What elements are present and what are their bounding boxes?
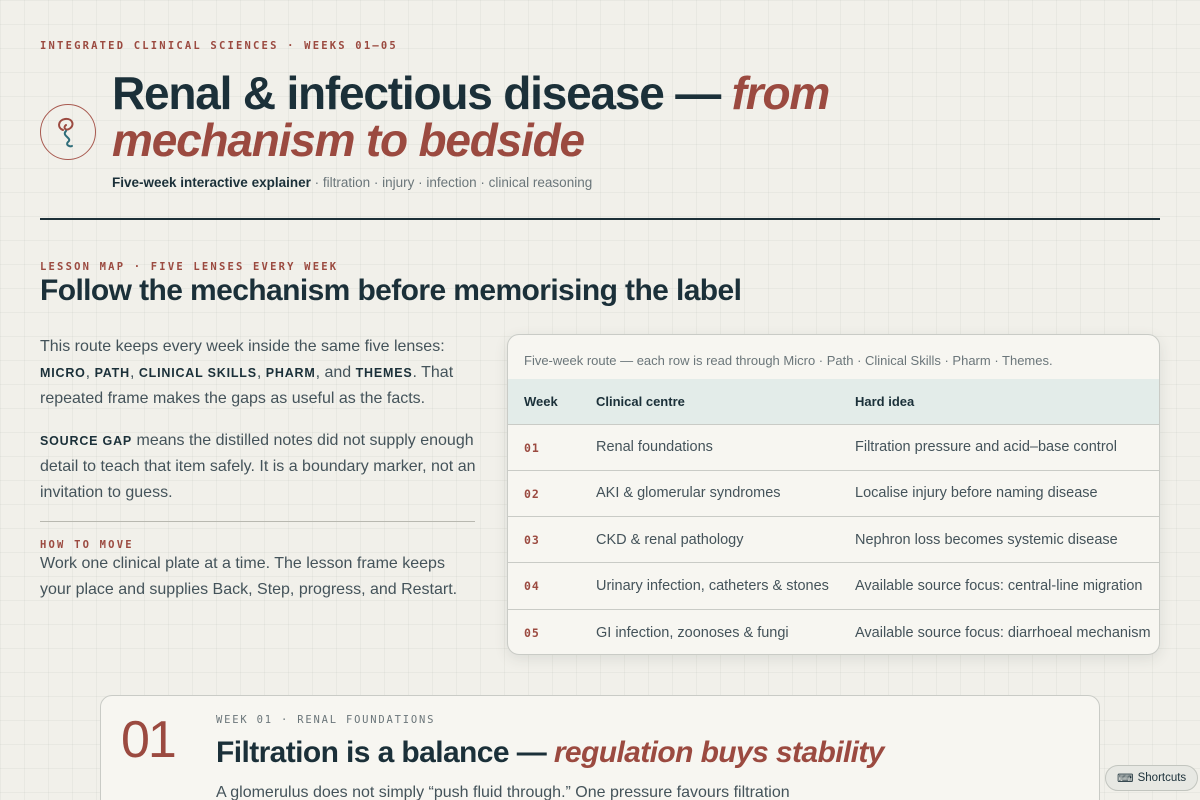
idea-cell: Nephron loss becomes systemic disease [855, 531, 1118, 548]
week-body-text: A glomerulus does not simply “push fluid… [216, 784, 790, 800]
table-row[interactable]: 02 AKI & glomerular syndromes Localise i… [508, 470, 1159, 516]
lens-sep: , and [315, 364, 356, 381]
week-title: Filtration is a balance — regulation buy… [216, 736, 884, 770]
week-cell: 02 [524, 486, 540, 501]
lesson-map-eyebrow: LESSON MAP · FIVE LENSES EVERY WEEK [40, 261, 339, 273]
week-cell: 03 [524, 533, 540, 548]
centre-cell: GI infection, zoonoses & fungi [596, 624, 789, 641]
howto-divider [40, 521, 475, 522]
page-subtitle: Five-week interactive explainer · filtra… [112, 175, 592, 190]
centre-cell: Urinary infection, catheters & stones [596, 578, 829, 595]
table-row[interactable]: 05 GI infection, zoonoses & fungi Availa… [508, 609, 1159, 654]
centre-cell: Renal foundations [596, 439, 713, 456]
table-row[interactable]: 01 Renal foundations Filtration pressure… [508, 424, 1159, 470]
week-01-card: 01 WEEK 01 · RENAL FOUNDATIONS Filtratio… [100, 695, 1100, 800]
lens-micro: MICRO [40, 366, 86, 380]
week-title-accent: regulation buys stability [553, 736, 885, 769]
column-header-idea: Hard idea [855, 393, 915, 409]
idea-cell: Available source focus: central-line mig… [855, 578, 1143, 595]
idea-cell: Localise injury before naming disease [855, 485, 1098, 502]
lesson-intro: This route keeps every week inside the s… [40, 334, 476, 522]
shortcuts-label: Shortcuts [1137, 772, 1187, 784]
week-cell: 05 [524, 625, 540, 640]
route-table-caption: Five-week route — each row is read throu… [524, 353, 1053, 368]
lens-pharm: PHARM [265, 366, 316, 380]
header-divider [40, 218, 1160, 220]
lens-sep: , [129, 364, 139, 381]
lenses-intro-text: This route keeps every week inside the s… [40, 338, 445, 355]
week-title-main: Filtration is a balance — [216, 736, 554, 769]
column-header-centre: Clinical centre [596, 393, 685, 409]
source-gap-paragraph: SOURCE GAP means the distilled notes did… [40, 428, 476, 506]
week-number: 01 [121, 711, 177, 769]
kidney-swirl-icon [58, 117, 74, 148]
howto-text: Work one clinical plate at a time. The l… [40, 555, 458, 598]
lens-clinical-skills: CLINICAL SKILLS [138, 366, 257, 380]
page-title: Renal & infectious disease — from mechan… [112, 70, 932, 164]
table-header-row: Week Clinical centre Hard idea [508, 379, 1159, 424]
route-table-card: Five-week route — each row is read throu… [507, 334, 1160, 655]
table-row[interactable]: 04 Urinary infection, catheters & stones… [508, 562, 1159, 609]
centre-cell: CKD & renal pathology [596, 531, 744, 548]
lesson-map-heading: Follow the mechanism before memorising t… [40, 274, 742, 307]
lens-sep: , [256, 364, 266, 381]
howto-label: HOW TO MOVE [40, 539, 134, 551]
week-cell: 01 [524, 440, 540, 455]
page-title-main: Renal & infectious disease — [112, 67, 732, 119]
lens-themes: THEMES [355, 366, 413, 380]
source-gap-label: SOURCE GAP [40, 434, 133, 448]
route-table: Week Clinical centre Hard idea 01 Renal … [508, 379, 1159, 654]
column-header-week: Week [524, 393, 558, 409]
week-cell: 04 [524, 579, 540, 594]
lens-path: PATH [94, 366, 130, 380]
shortcuts-button[interactable]: ⌨ Shortcuts [1105, 765, 1199, 791]
subtitle-topics: · filtration · injury · infection · clin… [310, 175, 593, 190]
week-eyebrow: WEEK 01 · RENAL FOUNDATIONS [216, 714, 436, 726]
lenses-paragraph: This route keeps every week inside the s… [40, 334, 476, 412]
lens-sep: , [85, 364, 95, 381]
idea-cell: Filtration pressure and acid–base contro… [855, 439, 1117, 456]
course-logo [40, 104, 96, 160]
idea-cell: Available source focus: diarrhoeal mecha… [855, 624, 1151, 641]
table-row[interactable]: 03 CKD & renal pathology Nephron loss be… [508, 516, 1159, 563]
centre-cell: AKI & glomerular syndromes [596, 485, 781, 502]
course-eyebrow: INTEGRATED CLINICAL SCIENCES · WEEKS 01–… [40, 40, 398, 52]
subtitle-bold: Five-week interactive explainer [112, 175, 311, 190]
keyboard-icon: ⌨ [1117, 773, 1134, 785]
